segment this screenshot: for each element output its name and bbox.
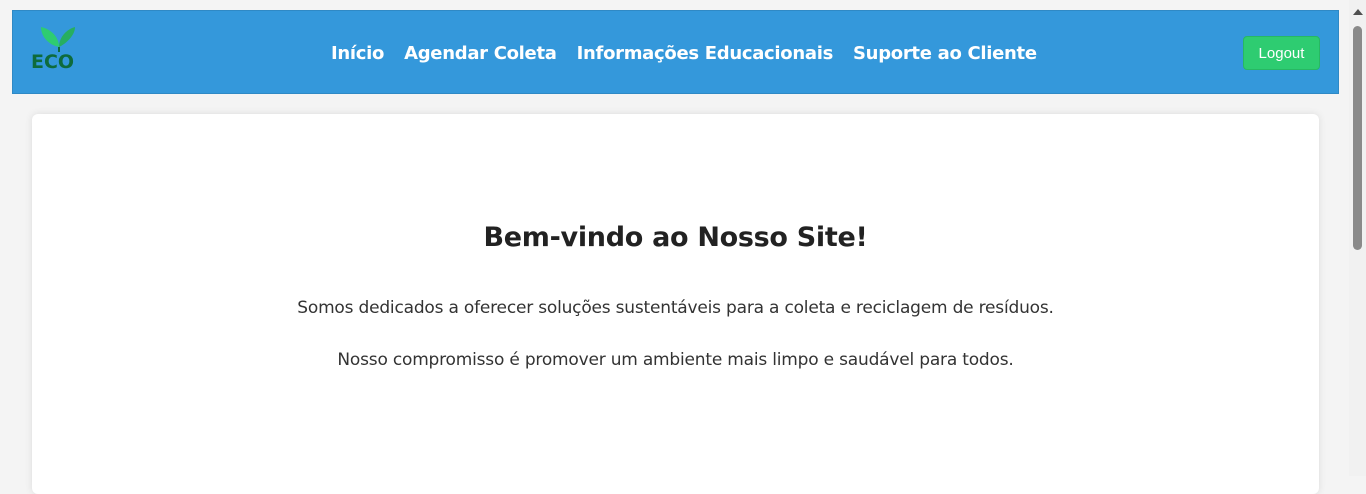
- main-nav: Início Agendar Coleta Informações Educac…: [331, 11, 1057, 95]
- page: ECO Início Agendar Coleta Informações Ed…: [0, 0, 1349, 494]
- commitment-paragraph: Nosso compromisso é promover um ambiente…: [337, 350, 1014, 370]
- eco-logo[interactable]: ECO: [31, 25, 87, 77]
- scrollbar-thumb[interactable]: [1353, 26, 1362, 250]
- leaf-icon: [41, 27, 75, 52]
- nav-link-agendar-coleta[interactable]: Agendar Coleta: [404, 43, 557, 64]
- logo-text: ECO: [31, 51, 75, 73]
- welcome-title: Bem-vindo ao Nosso Site!: [483, 222, 868, 253]
- scroll-up-arrow-icon[interactable]: [1353, 9, 1363, 15]
- nav-link-suporte-ao-cliente[interactable]: Suporte ao Cliente: [853, 43, 1037, 64]
- nav-link-inicio[interactable]: Início: [331, 43, 384, 64]
- welcome-card: Bem-vindo ao Nosso Site! Somos dedicados…: [32, 114, 1319, 494]
- top-navigation-bar: ECO Início Agendar Coleta Informações Ed…: [12, 10, 1339, 94]
- logout-button[interactable]: Logout: [1243, 36, 1320, 70]
- intro-paragraph: Somos dedicados a oferecer soluções sust…: [297, 298, 1054, 318]
- vertical-scrollbar[interactable]: [1349, 0, 1366, 476]
- nav-link-informacoes-educacionais[interactable]: Informações Educacionais: [577, 43, 834, 64]
